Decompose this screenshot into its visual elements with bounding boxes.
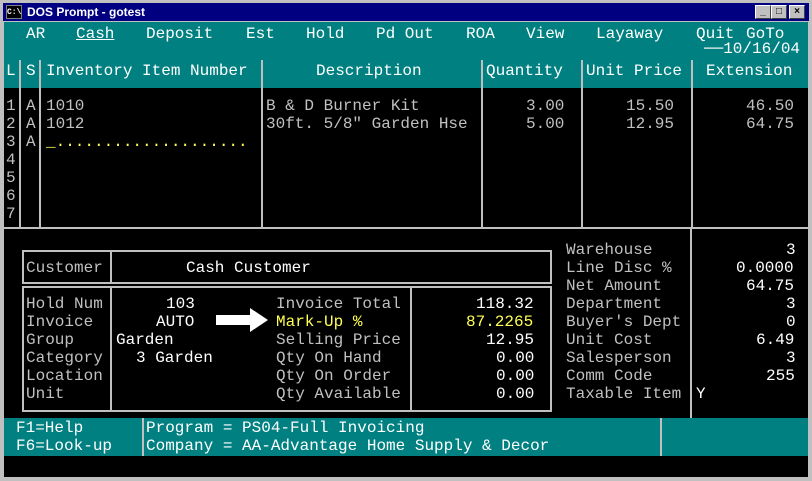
department-value: 3 bbox=[786, 295, 796, 313]
net-amount-label: Net Amount bbox=[566, 277, 663, 295]
customer-value[interactable]: Cash Customer bbox=[186, 259, 311, 277]
unit-cost-value: 6.49 bbox=[756, 331, 795, 349]
menu-hold[interactable]: Hold bbox=[306, 25, 344, 43]
selling-price-value: 12.95 bbox=[486, 331, 535, 349]
warehouse-label: Warehouse bbox=[566, 241, 653, 259]
header-quantity: Quantity bbox=[486, 62, 563, 80]
menu-layaway[interactable]: Layaway bbox=[596, 25, 663, 43]
maximize-button[interactable]: □ bbox=[771, 5, 787, 19]
selling-price-label: Selling Price bbox=[276, 331, 401, 349]
row-number: 4 bbox=[6, 151, 16, 169]
category-label: Category bbox=[26, 349, 103, 367]
company-info: Company = AA-Advantage Home Supply & Dec… bbox=[146, 437, 550, 455]
row-extension: 46.50 bbox=[746, 97, 795, 115]
row-description: B & D Burner Kit bbox=[266, 97, 420, 115]
header-item-number: Inventory Item Number bbox=[46, 62, 248, 80]
net-amount-value: 64.75 bbox=[746, 277, 795, 295]
window-title: DOS Prompt - gotest bbox=[27, 5, 146, 19]
program-info: Program = PS04-Full Invoicing bbox=[146, 419, 425, 437]
comm-code-label: Comm Code bbox=[566, 367, 653, 385]
item-number-input[interactable]: _.................... bbox=[46, 133, 248, 151]
markup-label: Mark-Up % bbox=[276, 313, 363, 331]
header-line: L bbox=[6, 62, 16, 80]
location-label: Location bbox=[26, 367, 103, 385]
menu-deposit[interactable]: Deposit bbox=[146, 25, 213, 43]
unit-label: Unit bbox=[26, 385, 65, 403]
row-extension: 64.75 bbox=[746, 115, 795, 133]
row-status: A bbox=[26, 115, 36, 133]
row-number: 6 bbox=[6, 187, 16, 205]
qty-on-order-value: 0.00 bbox=[496, 367, 535, 385]
minimize-button[interactable]: _ bbox=[755, 5, 771, 19]
pointer-arrow-icon bbox=[216, 308, 268, 332]
customer-label: Customer bbox=[26, 259, 103, 277]
row-number: 2 bbox=[6, 115, 16, 133]
f6-lookup-key[interactable]: F6=Look-up bbox=[16, 437, 112, 455]
row-item-number[interactable]: 1010 bbox=[46, 97, 84, 115]
markup-value[interactable]: 87.2265 bbox=[466, 313, 533, 331]
invoice-total-label: Invoice Total bbox=[276, 295, 401, 313]
menu-view[interactable]: View bbox=[526, 25, 564, 43]
header-status: S bbox=[26, 62, 36, 80]
menu-pd-out[interactable]: Pd Out bbox=[376, 25, 434, 43]
row-status: A bbox=[26, 133, 36, 151]
qty-available-value: 0.00 bbox=[496, 385, 535, 403]
warehouse-value: 3 bbox=[786, 241, 796, 259]
hold-num-value: 103 bbox=[166, 295, 195, 313]
group-value: Garden bbox=[116, 331, 174, 349]
title-bar[interactable]: C:\ DOS Prompt - gotest _ □ × bbox=[3, 3, 809, 21]
dos-prompt-icon[interactable]: C:\ bbox=[6, 5, 22, 19]
menu-roa[interactable]: ROA bbox=[466, 25, 495, 43]
terminal-screen: AR Cash Deposit Est Hold Pd Out ROA View… bbox=[4, 22, 808, 477]
row-quantity[interactable]: 3.00 bbox=[526, 97, 564, 115]
row-number: 3 bbox=[6, 133, 16, 151]
menu-bar: AR Cash Deposit Est Hold Pd Out ROA View… bbox=[4, 22, 808, 60]
row-number: 1 bbox=[6, 97, 16, 115]
dos-window: C:\ DOS Prompt - gotest _ □ × AR Cash De… bbox=[0, 0, 812, 481]
category-value: 3 Garden bbox=[136, 349, 213, 367]
row-unit-price[interactable]: 15.50 bbox=[626, 97, 674, 115]
menu-ar[interactable]: AR bbox=[26, 25, 45, 43]
line-disc-value: 0.0000 bbox=[736, 259, 794, 277]
taxable-item-value[interactable]: Y bbox=[696, 385, 706, 403]
row-number: 7 bbox=[6, 205, 16, 223]
department-label: Department bbox=[566, 295, 663, 313]
row-number: 5 bbox=[6, 169, 16, 187]
grid-header: L S Inventory Item Number Description Qu… bbox=[4, 60, 808, 88]
buyers-dept-label: Buyer's Dept bbox=[566, 313, 682, 331]
unit-cost-label: Unit Cost bbox=[566, 331, 653, 349]
row-unit-price[interactable]: 12.95 bbox=[626, 115, 674, 133]
salesperson-label: Salesperson bbox=[566, 349, 672, 367]
row-quantity[interactable]: 5.00 bbox=[526, 115, 564, 133]
qty-on-order-label: Qty On Order bbox=[276, 367, 392, 385]
row-status: A bbox=[26, 97, 36, 115]
qty-on-hand-label: Qty On Hand bbox=[276, 349, 382, 367]
f1-help-key[interactable]: F1=Help bbox=[16, 419, 83, 437]
header-description: Description bbox=[316, 62, 422, 80]
line-disc-label: Line Disc % bbox=[566, 259, 672, 277]
qty-on-hand-value: 0.00 bbox=[496, 349, 535, 367]
row-description: 30ft. 5/8" Garden Hse bbox=[266, 115, 468, 133]
menu-est[interactable]: Est bbox=[246, 25, 275, 43]
footer-bar: F1=Help F6=Look-up Program = PS04-Full I… bbox=[4, 418, 808, 456]
row-item-number[interactable]: 1012 bbox=[46, 115, 84, 133]
invoice-total-value: 118.32 bbox=[476, 295, 534, 313]
header-unit-price: Unit Price bbox=[586, 62, 683, 80]
menu-cash[interactable]: Cash bbox=[76, 25, 114, 43]
hold-num-label: Hold Num bbox=[26, 295, 103, 313]
comm-code-value: 255 bbox=[766, 367, 795, 385]
buyers-dept-value: 0 bbox=[786, 313, 796, 331]
group-label: Group bbox=[26, 331, 75, 349]
salesperson-value: 3 bbox=[786, 349, 796, 367]
close-button[interactable]: × bbox=[789, 5, 805, 19]
header-extension: Extension bbox=[706, 62, 793, 80]
invoice-value: AUTO bbox=[156, 313, 195, 331]
invoice-label: Invoice bbox=[26, 313, 94, 331]
date-display: ──10/16/04 bbox=[704, 40, 801, 58]
taxable-item-label: Taxable Item bbox=[566, 385, 682, 403]
qty-available-label: Qty Available bbox=[276, 385, 401, 403]
